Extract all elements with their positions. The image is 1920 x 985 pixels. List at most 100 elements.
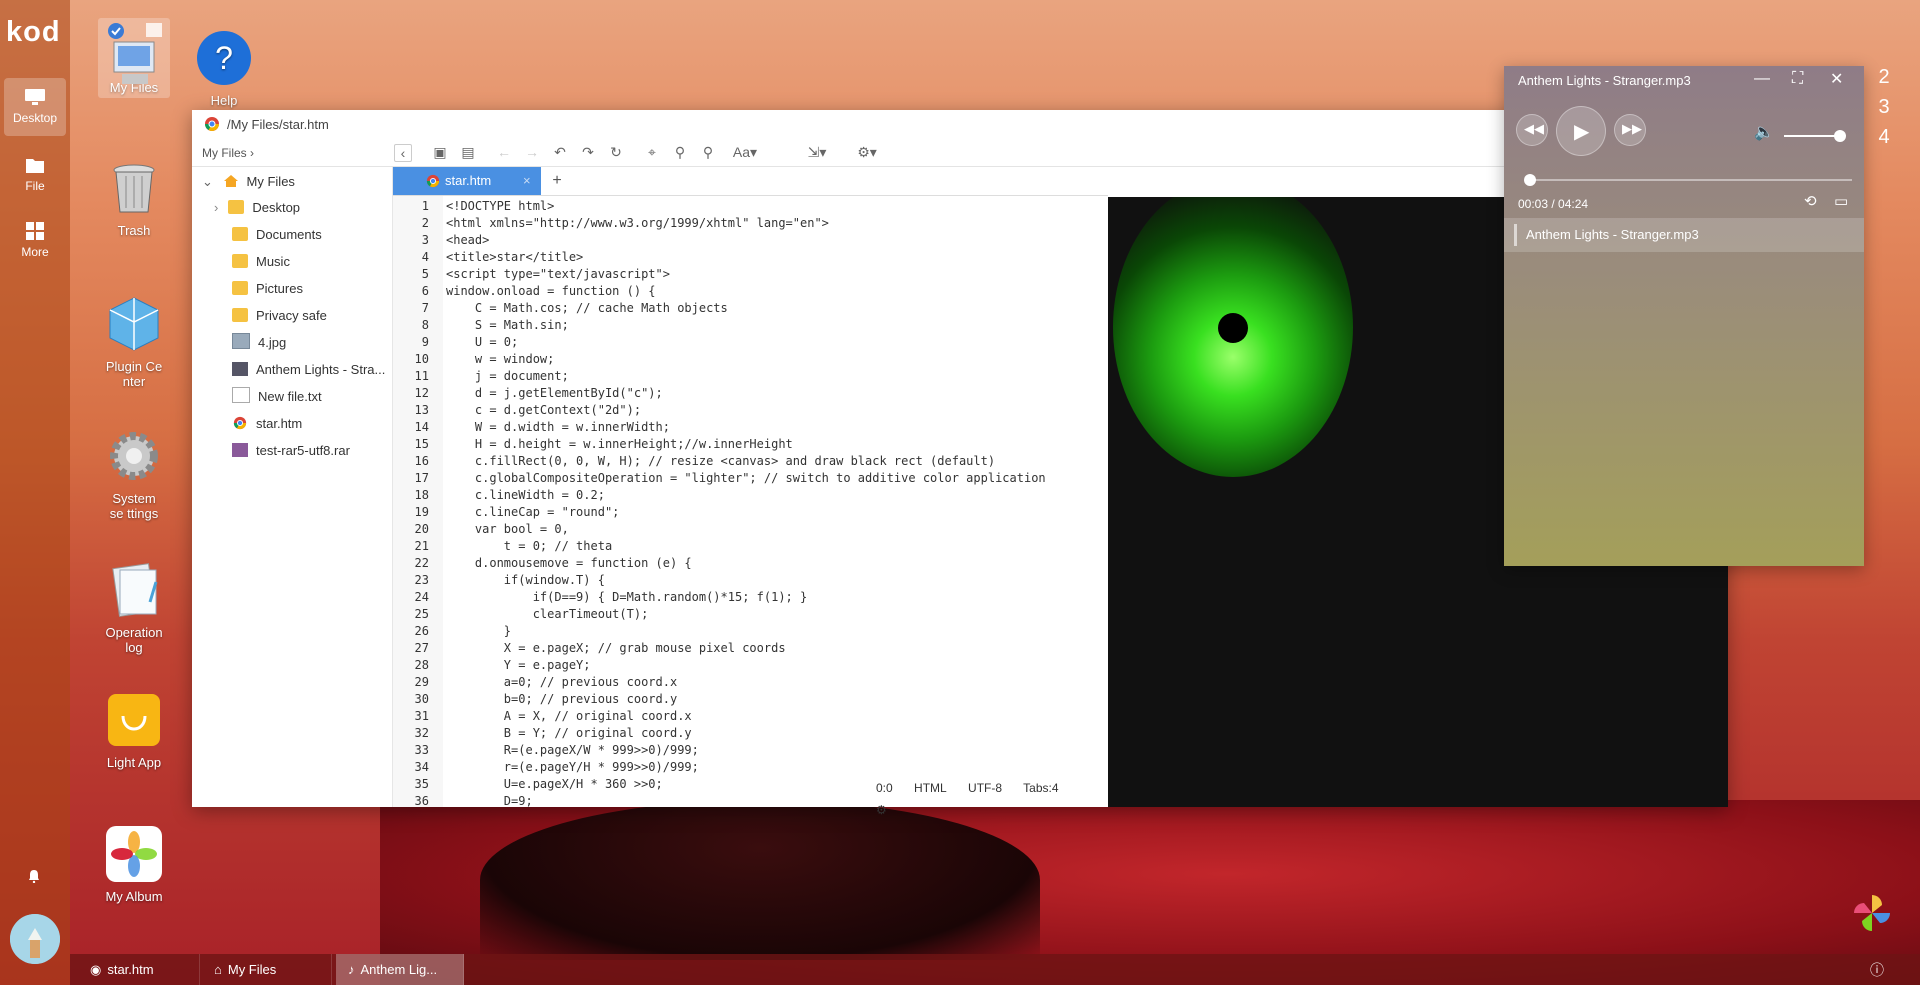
desktop-icon-label: System se ttings (109, 491, 159, 521)
language-mode[interactable]: HTML (914, 781, 947, 795)
text-file-icon (232, 387, 250, 403)
tree-item-anthem-lights[interactable]: Anthem Lights - Stra... (232, 359, 385, 381)
tree-item-label: My Files (246, 174, 295, 189)
tree-item-4jpg[interactable]: 4.jpg (232, 332, 286, 354)
add-tab-button[interactable]: + (546, 170, 568, 192)
rewind-button[interactable]: ◀◀ (1516, 114, 1548, 146)
desktop-icon-my-album[interactable]: My Album (86, 826, 182, 904)
tab-star-htm[interactable]: star.htm × (393, 167, 541, 195)
avatar[interactable] (10, 914, 60, 964)
app-logo: kod (6, 16, 61, 48)
line-number: 20 (414, 522, 429, 536)
location-icon[interactable]: ⌖ (644, 144, 660, 160)
minimize-icon[interactable]: — (1754, 70, 1770, 88)
playlist-indicator (1514, 224, 1517, 246)
info-icon[interactable]: ⓘ (1870, 960, 1884, 980)
arrow-right-icon[interactable]: → (524, 144, 540, 160)
play-button[interactable]: ▶ (1556, 106, 1606, 156)
desktop-icon-system-settings[interactable]: System se ttings (86, 428, 182, 521)
tree-item-new-file[interactable]: New file.txt (232, 386, 322, 408)
taskbar-item-my-files[interactable]: ⌂ My Files (202, 954, 332, 985)
volume-slider[interactable] (1784, 130, 1846, 142)
player-title: Anthem Lights - Stranger.mp3 (1518, 73, 1691, 88)
breadcrumb[interactable]: My Files › (202, 146, 254, 160)
tree-item-label: 4.jpg (258, 335, 287, 350)
tree-root[interactable]: ⌄ My Files (202, 171, 295, 193)
line-number: 13 (414, 403, 429, 417)
tree-item-label: Music (256, 254, 290, 269)
forward-button[interactable]: ▶▶ (1614, 114, 1646, 146)
gear-icon[interactable]: ⚙▾ (854, 144, 880, 160)
font-size-icon[interactable]: Aa▾ (732, 144, 758, 160)
desktop-icon-label: Operation log (105, 625, 163, 655)
save-icon[interactable]: ▣ (432, 144, 448, 160)
desktop-icon-label: My Album (105, 889, 163, 904)
line-number: 4 (421, 250, 429, 264)
star-center (1218, 313, 1248, 343)
save-all-icon[interactable]: ▤ (460, 144, 476, 160)
tree-item-label: Desktop (252, 200, 301, 215)
desktop-icon-my-files[interactable]: My Files (86, 18, 182, 98)
code-text: c.globalCompositeOperation = "lighter"; … (446, 471, 1046, 485)
tree-item-desktop[interactable]: › Desktop (214, 197, 300, 219)
tree-item-privacy-safe[interactable]: Privacy safe (232, 305, 327, 327)
code-text: if(window.T) { (446, 573, 605, 587)
desktop-icon-light-app[interactable]: Light App (86, 692, 182, 770)
taskbar-item-star-htm[interactable]: ◉ star.htm (78, 954, 200, 985)
tree-item-rar[interactable]: test-rar5-utf8.rar (232, 440, 350, 462)
image-file-icon (232, 333, 250, 349)
tree-item-label: Documents (256, 227, 322, 242)
arrow-left-icon[interactable]: ← (496, 144, 512, 160)
tree-item-music[interactable]: Music (232, 251, 290, 273)
wrap-icon[interactable]: ⇲▾ (804, 144, 830, 160)
tree-item-star-htm[interactable]: star.htm (232, 413, 302, 435)
close-icon[interactable]: ✕ (1830, 69, 1843, 89)
playlist-item[interactable]: Anthem Lights - Stranger.mp3 (1504, 218, 1864, 252)
tree-item-label: New file.txt (258, 389, 322, 404)
code-text: var bool = 0, (446, 522, 569, 536)
repeat-icon[interactable]: ⟲ (1804, 192, 1817, 210)
tree-item-documents[interactable]: Documents (232, 224, 322, 246)
refresh-icon[interactable]: ↻ (608, 144, 624, 160)
code-text: <html xmlns="http://www.w3.org/1999/xhtm… (446, 216, 829, 230)
pinwheel-icon[interactable] (1852, 893, 1892, 933)
redo-icon[interactable]: ↷ (580, 144, 596, 160)
line-number: 27 (414, 641, 429, 655)
undo-icon[interactable]: ↶ (552, 144, 568, 160)
window-titlebar[interactable]: /My Files/star.htm (192, 110, 1728, 138)
tab-size[interactable]: Tabs:4 (1023, 781, 1058, 795)
mini-player-icon[interactable]: ▭ (1834, 192, 1848, 210)
sidebar-item-more[interactable]: More (4, 212, 66, 270)
progress-track[interactable] (1523, 174, 1852, 186)
taskbar-item-anthem-lights[interactable]: ♪ Anthem Lig... (336, 954, 464, 985)
code-area[interactable]: 1 <!DOCTYPE html> 2 <html xmlns="http://www… (393, 196, 1108, 807)
sidebar-item-label: Desktop (12, 111, 58, 125)
desktop-icon-trash[interactable]: Trash (86, 160, 182, 238)
search-icon[interactable]: ⚲ (672, 144, 688, 160)
sidebar-item-file[interactable]: File (4, 146, 66, 204)
gear-icon[interactable]: ⚙ (876, 803, 887, 817)
tree-item-pictures[interactable]: Pictures (232, 278, 303, 300)
fullscreen-icon[interactable]: ⛶ (1792, 70, 1803, 88)
desktop-icon-plugin-center[interactable]: Plugin Ce nter (86, 296, 182, 389)
line-number: 8 (421, 318, 429, 332)
play-icon: ▶ (1574, 121, 1590, 143)
volume-knob[interactable] (1834, 130, 1846, 142)
chevron-left-icon[interactable]: ‹ (394, 144, 412, 162)
desktop-icon-operation-log[interactable]: Operation log (86, 562, 182, 655)
encoding[interactable]: UTF-8 (968, 781, 1002, 795)
window-title: /My Files/star.htm (227, 117, 329, 132)
search-replace-icon[interactable]: ⚲ (700, 144, 716, 160)
desktop-icon-help[interactable]: ? Help (176, 30, 272, 108)
clock-digit: 4 (1878, 126, 1890, 148)
bell-icon[interactable] (27, 869, 41, 883)
volume-icon[interactable]: 🔈 (1754, 122, 1774, 142)
play-time: 00:03 / 04:24 (1518, 197, 1589, 211)
close-icon[interactable]: × (523, 167, 531, 195)
line-number: 16 (414, 454, 429, 468)
progress-knob[interactable] (1523, 174, 1536, 186)
sidebar-item-desktop[interactable]: Desktop (4, 78, 66, 136)
code-text: c.fillRect(0, 0, W, H); // resize <canva… (446, 454, 996, 468)
grid-icon (26, 222, 44, 240)
desktop-icon-label: Light App (106, 755, 162, 770)
